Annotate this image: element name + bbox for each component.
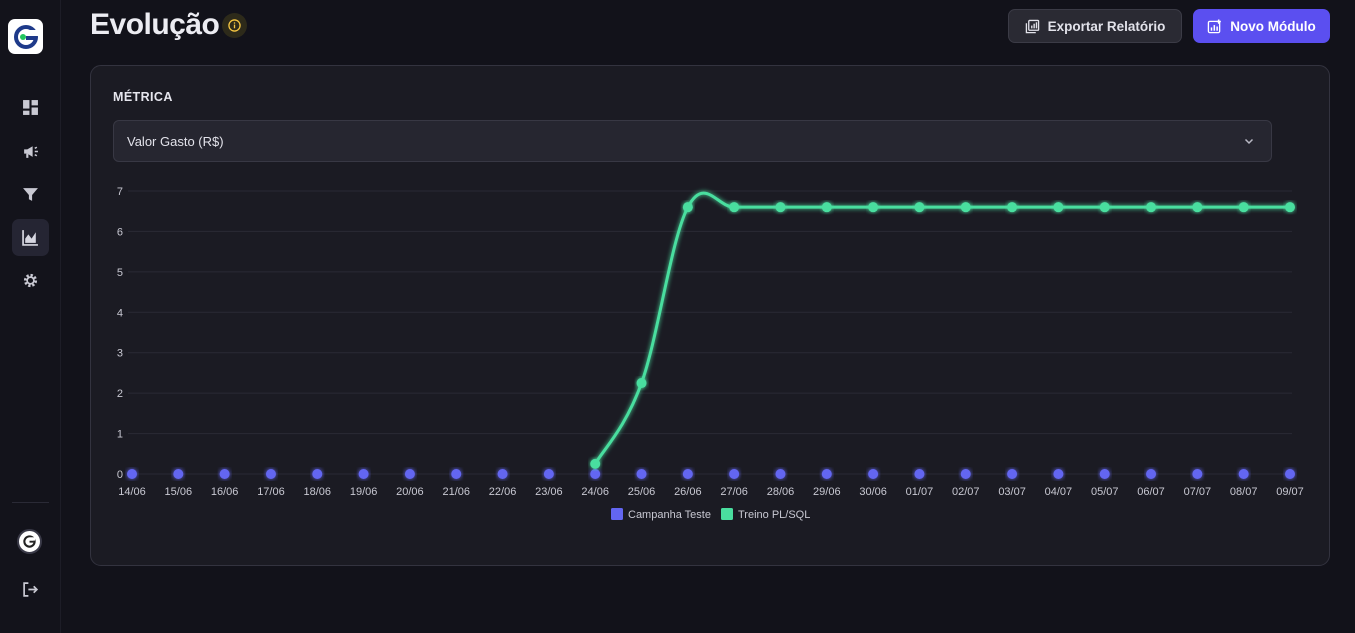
data-point[interactable] xyxy=(775,469,786,479)
x-tick-label: 06/07 xyxy=(1137,486,1165,498)
data-point[interactable] xyxy=(914,202,925,213)
data-point[interactable] xyxy=(1146,469,1157,479)
data-point[interactable] xyxy=(404,469,415,479)
data-point[interactable] xyxy=(729,202,740,213)
data-point[interactable] xyxy=(1099,469,1110,479)
x-tick-label: 15/06 xyxy=(165,486,193,498)
data-point[interactable] xyxy=(1238,469,1249,479)
y-tick-label: 3 xyxy=(117,348,123,360)
data-point[interactable] xyxy=(312,469,323,479)
y-tick-label: 6 xyxy=(117,226,123,238)
data-point[interactable] xyxy=(173,469,184,479)
data-point[interactable] xyxy=(960,202,971,213)
legend-item[interactable]: Treino PL/SQL xyxy=(721,508,810,521)
chart-grid xyxy=(128,190,1292,475)
series-0 xyxy=(127,469,1295,479)
data-point[interactable] xyxy=(636,469,647,479)
data-point[interactable] xyxy=(497,469,508,479)
series-1 xyxy=(590,191,1295,469)
x-tick-label: 27/06 xyxy=(720,486,748,498)
x-tick-label: 25/06 xyxy=(628,486,656,498)
data-point[interactable] xyxy=(543,469,554,479)
data-point[interactable] xyxy=(1099,202,1110,213)
data-point[interactable] xyxy=(868,202,879,213)
legend-item[interactable]: Campanha Teste xyxy=(611,508,711,521)
data-point[interactable] xyxy=(1192,202,1203,213)
x-tick-label: 24/06 xyxy=(581,486,609,498)
data-point[interactable] xyxy=(590,469,601,479)
x-tick-label: 29/06 xyxy=(813,486,841,498)
data-point[interactable] xyxy=(265,469,276,479)
data-point[interactable] xyxy=(358,469,369,479)
data-point[interactable] xyxy=(451,469,462,479)
y-tick-label: 0 xyxy=(117,469,123,481)
series-line xyxy=(593,191,1290,465)
evolution-chart: 0 1 2 3 4 5 6 7 14/06 15/06 16/06 17/06 18/06 19/06 2… xyxy=(117,186,1304,521)
x-tick-label: 07/07 xyxy=(1184,486,1212,498)
data-point[interactable] xyxy=(1007,469,1018,479)
x-tick-label: 03/07 xyxy=(998,486,1026,498)
data-point[interactable] xyxy=(821,469,832,479)
data-point[interactable] xyxy=(1053,469,1064,479)
x-tick-label: 02/07 xyxy=(952,486,980,498)
data-point[interactable] xyxy=(868,469,879,479)
x-tick-label: 20/06 xyxy=(396,486,424,498)
x-tick-label: 04/07 xyxy=(1045,486,1073,498)
data-point[interactable] xyxy=(960,469,971,479)
chart-legend: Campanha Teste Treino PL/SQL xyxy=(611,508,810,521)
data-point[interactable] xyxy=(590,458,601,469)
data-point[interactable] xyxy=(821,202,832,213)
data-point[interactable] xyxy=(1192,469,1203,479)
y-tick-label: 7 xyxy=(117,186,123,198)
data-point[interactable] xyxy=(127,469,137,479)
x-tick-label: 30/06 xyxy=(859,486,887,498)
y-axis-ticks: 0 1 2 3 4 5 6 7 xyxy=(117,186,123,481)
data-point[interactable] xyxy=(914,469,925,479)
x-axis-ticks: 14/06 15/06 16/06 17/06 18/06 19/06 20/06 21/06… xyxy=(118,486,1304,498)
chart-series xyxy=(127,191,1295,479)
data-point[interactable] xyxy=(1053,202,1064,213)
x-tick-label: 18/06 xyxy=(304,486,332,498)
x-tick-label: 01/07 xyxy=(906,486,934,498)
legend-swatch xyxy=(721,508,733,520)
data-point[interactable] xyxy=(636,378,647,389)
data-point[interactable] xyxy=(775,202,786,213)
y-tick-label: 2 xyxy=(117,388,123,400)
legend-swatch xyxy=(611,508,623,520)
y-tick-label: 1 xyxy=(117,429,123,441)
x-tick-label: 14/06 xyxy=(118,486,146,498)
data-point[interactable] xyxy=(1007,202,1018,213)
data-point[interactable] xyxy=(1238,202,1249,213)
x-tick-label: 05/07 xyxy=(1091,486,1119,498)
y-tick-label: 4 xyxy=(117,307,123,319)
data-point[interactable] xyxy=(1146,202,1157,213)
x-tick-label: 09/07 xyxy=(1276,486,1304,498)
legend-label: Treino PL/SQL xyxy=(738,509,810,521)
x-tick-label: 17/06 xyxy=(257,486,285,498)
x-tick-label: 21/06 xyxy=(442,486,470,498)
x-tick-label: 23/06 xyxy=(535,486,563,498)
data-point[interactable] xyxy=(1285,469,1295,479)
data-point[interactable] xyxy=(729,469,740,479)
x-tick-label: 19/06 xyxy=(350,486,378,498)
x-tick-label: 26/06 xyxy=(674,486,702,498)
data-point[interactable] xyxy=(219,469,230,479)
data-point[interactable] xyxy=(682,469,693,479)
data-point[interactable] xyxy=(1285,202,1295,213)
y-tick-label: 5 xyxy=(117,267,123,279)
x-tick-label: 22/06 xyxy=(489,486,517,498)
x-tick-label: 08/07 xyxy=(1230,486,1258,498)
data-point[interactable] xyxy=(682,202,693,213)
x-tick-label: 16/06 xyxy=(211,486,239,498)
x-tick-label: 28/06 xyxy=(767,486,795,498)
legend-label: Campanha Teste xyxy=(628,509,711,521)
